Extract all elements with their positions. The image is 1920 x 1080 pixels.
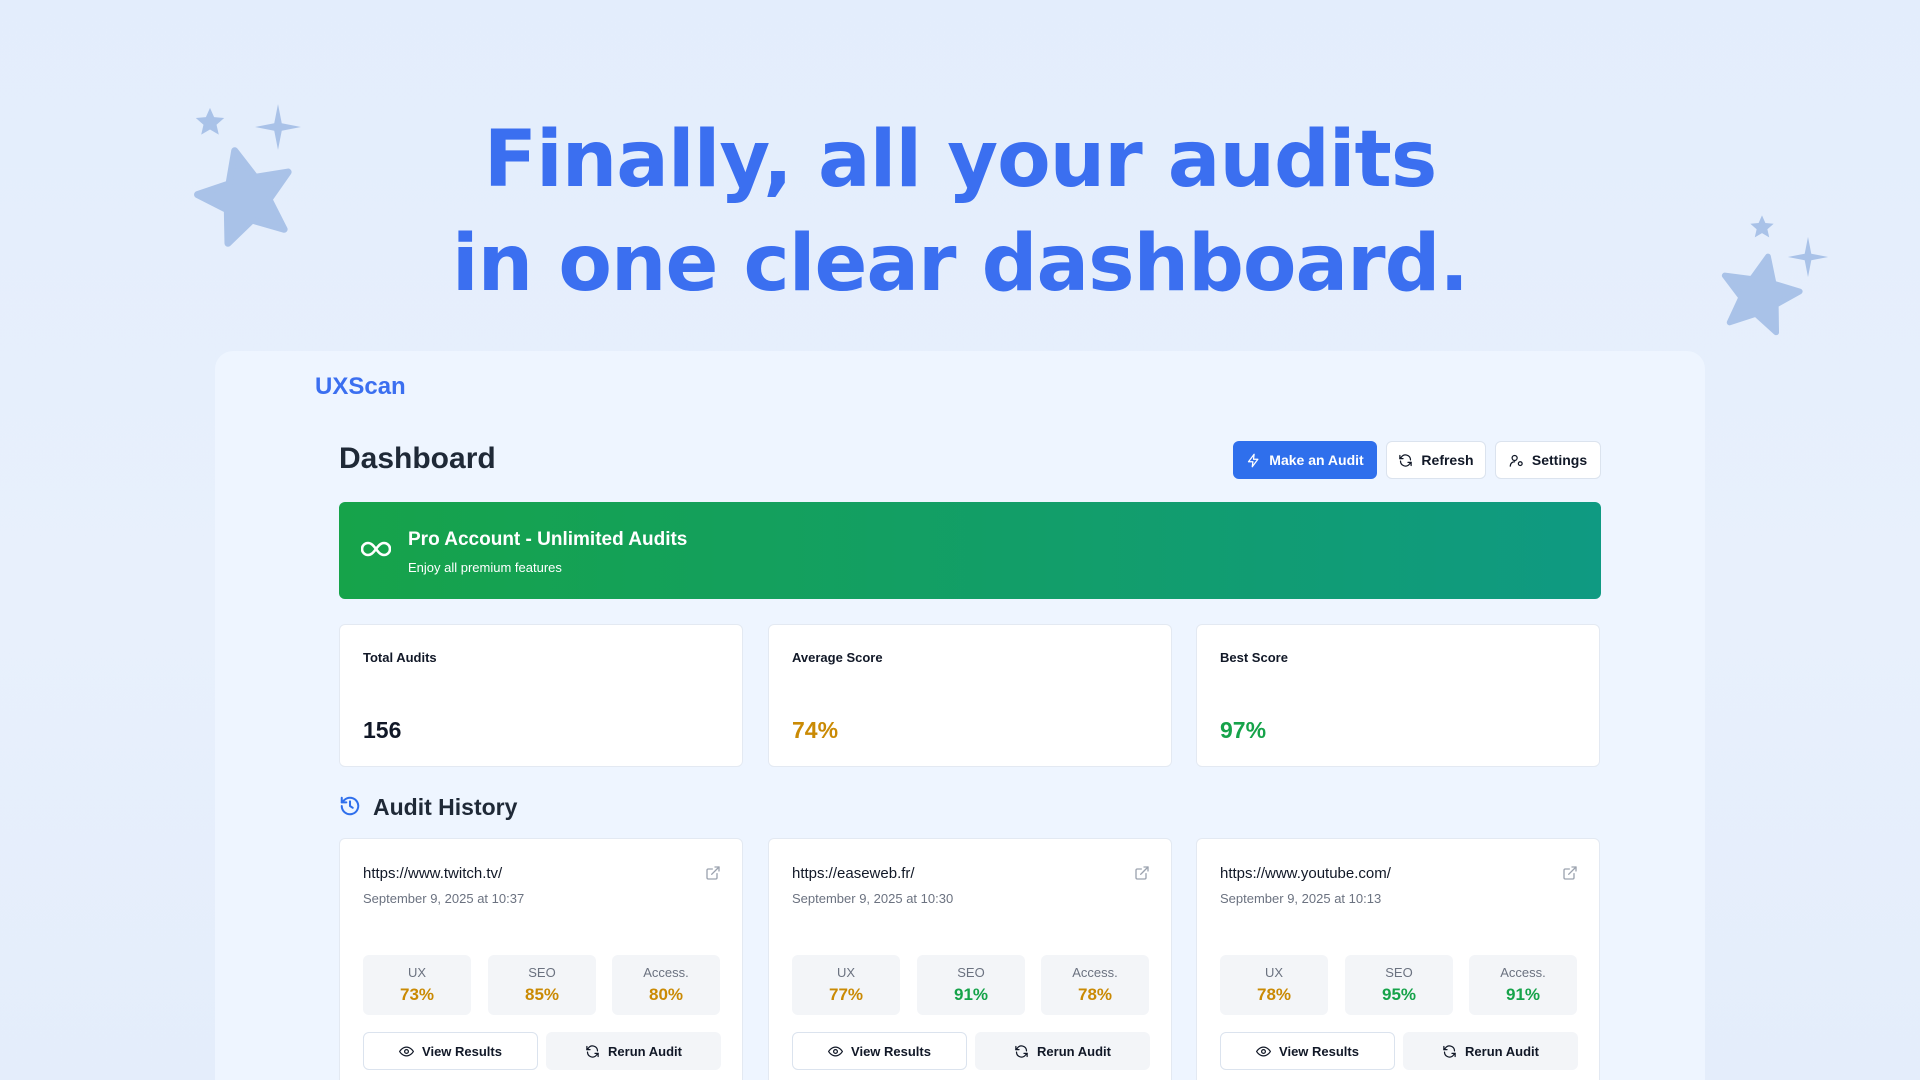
stat-value: 156 xyxy=(363,717,402,743)
score-box-accessibility: Access. 80% xyxy=(612,955,720,1015)
stat-card-average-score: Average Score 74% xyxy=(768,624,1172,767)
view-results-label: View Results xyxy=(422,1043,502,1059)
make-audit-button[interactable]: Make an Audit xyxy=(1233,441,1377,479)
refresh-icon xyxy=(1015,1044,1028,1058)
lightning-icon xyxy=(1248,453,1259,467)
history-icon xyxy=(340,796,360,816)
score-value: 73% xyxy=(399,985,435,1004)
banner-title: Pro Account - Unlimited Audits xyxy=(408,529,688,550)
external-link-icon[interactable] xyxy=(1562,865,1578,881)
score-box-ux: UX 77% xyxy=(792,955,900,1015)
brand-logo[interactable]: UXScan xyxy=(315,373,406,401)
score-label: Access. xyxy=(643,965,689,980)
audit-date: September 9, 2025 at 10:30 xyxy=(792,891,954,906)
pro-account-banner: Pro Account - Unlimited Audits Enjoy all… xyxy=(339,502,1601,599)
view-results-button[interactable]: View Results xyxy=(363,1032,538,1070)
score-value: 91% xyxy=(953,985,989,1004)
refresh-label: Refresh xyxy=(1421,452,1474,468)
audit-date: September 9, 2025 at 10:13 xyxy=(1220,891,1382,906)
view-results-button[interactable]: View Results xyxy=(792,1032,967,1070)
external-link-icon[interactable] xyxy=(1134,865,1150,881)
score-box-seo: SEO 91% xyxy=(917,955,1025,1015)
stat-label: Total Audits xyxy=(363,650,437,665)
banner-subtitle: Enjoy all premium features xyxy=(408,560,562,575)
audit-url[interactable]: https://easeweb.fr/ xyxy=(792,865,915,882)
star-icon xyxy=(1721,253,1803,336)
score-box-seo: SEO 85% xyxy=(488,955,596,1015)
star-icon xyxy=(195,107,225,135)
score-box-accessibility: Access. 91% xyxy=(1469,955,1577,1015)
score-label: UX xyxy=(836,965,856,980)
page-title: Dashboard xyxy=(339,442,496,475)
stat-card-total-audits: Total Audits 156 xyxy=(339,624,743,767)
score-value: 77% xyxy=(828,985,864,1004)
eye-icon xyxy=(1256,1045,1272,1057)
settings-button[interactable]: Settings xyxy=(1495,441,1601,479)
user-settings-icon xyxy=(1509,454,1523,467)
stat-card-best-score: Best Score 97% xyxy=(1196,624,1600,767)
audit-card: https://easeweb.fr/ September 9, 2025 at… xyxy=(768,838,1172,1080)
eye-icon xyxy=(828,1045,844,1057)
score-label: UX xyxy=(1264,965,1284,980)
make-audit-label: Make an Audit xyxy=(1269,452,1364,468)
settings-label: Settings xyxy=(1531,452,1588,468)
rerun-audit-button[interactable]: Rerun Audit xyxy=(1403,1032,1578,1070)
score-box-seo: SEO 95% xyxy=(1345,955,1453,1015)
audit-url[interactable]: https://www.twitch.tv/ xyxy=(363,865,502,882)
refresh-icon xyxy=(1443,1044,1456,1058)
external-link-icon[interactable] xyxy=(705,865,721,881)
rerun-audit-label: Rerun Audit xyxy=(1465,1043,1539,1059)
rerun-audit-button[interactable]: Rerun Audit xyxy=(975,1032,1150,1070)
refresh-icon xyxy=(1399,453,1413,467)
score-label: SEO xyxy=(957,965,985,980)
view-results-label: View Results xyxy=(1279,1043,1359,1059)
rerun-audit-label: Rerun Audit xyxy=(608,1043,682,1059)
view-results-button[interactable]: View Results xyxy=(1220,1032,1395,1070)
score-box-ux: UX 73% xyxy=(363,955,471,1015)
stat-value: 97% xyxy=(1220,717,1267,743)
stat-label: Average Score xyxy=(792,650,883,665)
audit-history-title: Audit History xyxy=(373,794,518,820)
score-value: 78% xyxy=(1077,985,1113,1004)
score-value: 95% xyxy=(1381,985,1417,1004)
score-value: 85% xyxy=(524,985,560,1004)
eye-icon xyxy=(399,1045,415,1057)
score-label: SEO xyxy=(1385,965,1413,980)
score-box-ux: UX 78% xyxy=(1220,955,1328,1015)
score-label: UX xyxy=(407,965,427,980)
score-value: 78% xyxy=(1256,985,1292,1004)
stat-label: Best Score xyxy=(1220,650,1288,665)
audit-url[interactable]: https://www.youtube.com/ xyxy=(1220,865,1391,882)
audit-date: September 9, 2025 at 10:37 xyxy=(363,891,525,906)
audit-card: https://www.youtube.com/ September 9, 20… xyxy=(1196,838,1600,1080)
score-box-accessibility: Access. 78% xyxy=(1041,955,1149,1015)
refresh-icon xyxy=(586,1044,599,1058)
infinity-icon xyxy=(361,541,391,557)
stat-value: 74% xyxy=(792,717,839,743)
rerun-audit-label: Rerun Audit xyxy=(1037,1043,1111,1059)
score-label: Access. xyxy=(1072,965,1118,980)
star-icon xyxy=(1750,215,1774,238)
score-label: SEO xyxy=(528,965,556,980)
refresh-button[interactable]: Refresh xyxy=(1386,441,1486,479)
rerun-audit-button[interactable]: Rerun Audit xyxy=(546,1032,721,1070)
score-label: Access. xyxy=(1500,965,1546,980)
score-value: 91% xyxy=(1505,985,1541,1004)
audit-card: https://www.twitch.tv/ September 9, 2025… xyxy=(339,838,743,1080)
view-results-label: View Results xyxy=(851,1043,931,1059)
score-value: 80% xyxy=(648,985,684,1004)
